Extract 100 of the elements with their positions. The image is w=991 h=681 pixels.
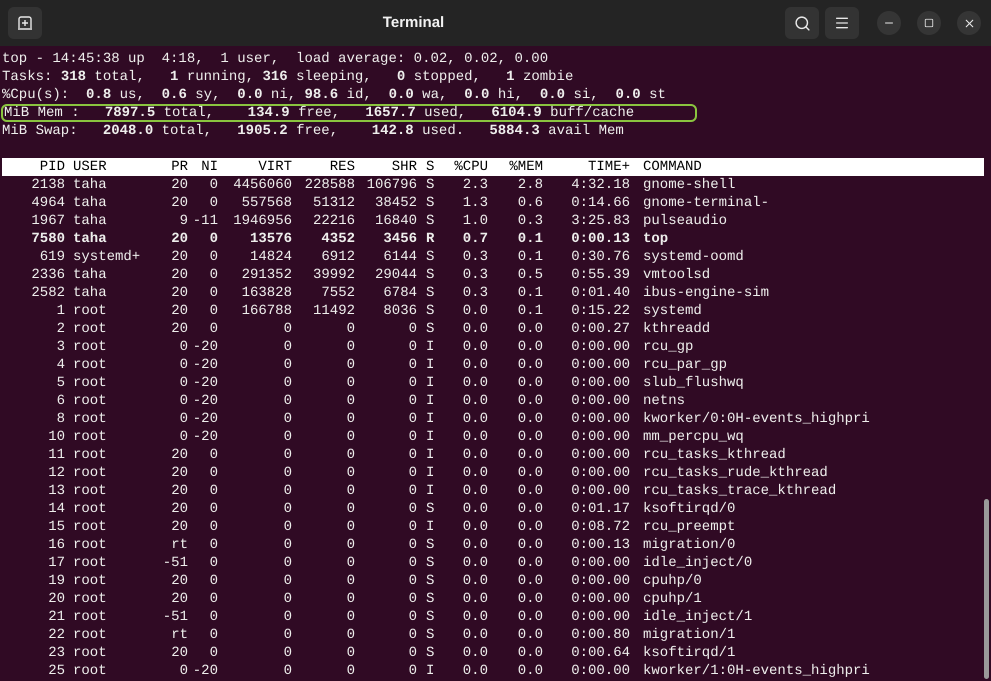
table-cell-text: 10: [47, 428, 65, 446]
table-cell-text: migration/1: [642, 626, 736, 644]
table-cell-text: 0: [408, 446, 417, 464]
table-cell-text: 0.0: [462, 374, 488, 392]
table-cell-text: 0.0: [516, 446, 543, 464]
table-cell-text: 0.0: [516, 428, 543, 446]
table-cell-text: 0:30.76: [570, 248, 630, 266]
table-cell-text: 163828: [240, 284, 292, 302]
table-cell-text: idle_inject/1: [642, 608, 752, 626]
table-cell-text: 0: [208, 302, 218, 320]
table-cell-text: 9: [178, 212, 188, 230]
table-cell-text: root: [72, 356, 108, 374]
table-cell-text: I: [425, 446, 434, 464]
table-cell-text: 0:00.13: [570, 536, 630, 554]
table-cell-text: 0.0: [516, 374, 543, 392]
table-cell-text: 14: [47, 500, 65, 518]
table-cell-text: 0: [408, 320, 417, 338]
table-cell-text: 0: [408, 644, 417, 662]
table-cell-text: -20: [192, 392, 218, 410]
table-cell-text: root: [72, 536, 108, 554]
table-cell-text: 0: [282, 572, 292, 590]
table-cell-text: rcu_tasks_kthread: [642, 446, 786, 464]
table-cell-text: 0.0: [516, 608, 543, 626]
table-cell-text: 6912: [320, 248, 355, 266]
table-cell-text: 0: [208, 554, 218, 572]
table-cell-text: 0.3: [462, 284, 488, 302]
table-cell-text: 0: [282, 662, 292, 680]
table-cell-text: 0: [178, 374, 188, 392]
table-cell-text: 20: [170, 644, 188, 662]
search-button[interactable]: [785, 7, 819, 39]
table-cell-text: 0: [408, 410, 417, 428]
table-cell-text: 15: [47, 518, 65, 536]
table-cell-text: root: [72, 392, 108, 410]
column-header: USER: [72, 158, 108, 176]
table-cell-text: 0:00.00: [570, 590, 630, 608]
table-cell-text: ksoftirqd/1: [642, 644, 736, 662]
table-cell-text: 0: [408, 392, 417, 410]
table-cell-text: I: [425, 482, 434, 500]
menu-icon: [834, 15, 850, 31]
table-cell-text: 14824: [248, 248, 292, 266]
table-cell-text: root: [72, 320, 108, 338]
table-cell-text: 0: [282, 320, 292, 338]
table-cell-text: 0: [208, 500, 218, 518]
table-cell-text: I: [425, 392, 434, 410]
table-cell-text: 557568: [240, 194, 292, 212]
table-cell-text: 0: [408, 356, 417, 374]
table-cell-text: 25: [47, 662, 65, 680]
table-cell-text: 1967: [30, 212, 65, 230]
table-cell-text: 0: [208, 482, 218, 500]
table-cell-text: 0: [282, 428, 292, 446]
table-cell-text: 0:00.00: [570, 464, 630, 482]
table-cell-text: R: [425, 230, 434, 248]
table-cell-text: 0: [282, 392, 292, 410]
table-cell-text: 0: [408, 626, 417, 644]
table-cell-text: S: [425, 626, 434, 644]
table-cell-text: root: [72, 374, 108, 392]
table-cell-text: systemd-oomd: [642, 248, 744, 266]
table-cell-text: 0: [408, 374, 417, 392]
table-cell-text: S: [425, 284, 434, 302]
table-cell-text: 0: [282, 482, 292, 500]
table-cell-text: -20: [192, 428, 218, 446]
search-icon: [794, 14, 810, 32]
table-cell-text: 6144: [382, 248, 417, 266]
table-cell-text: 21: [47, 608, 65, 626]
table-cell-text: 0: [282, 590, 292, 608]
table-cell-text: root: [72, 518, 108, 536]
table-cell-text: S: [425, 266, 434, 284]
table-cell-text: 20: [170, 248, 188, 266]
table-cell-text: gnome-terminal-: [642, 194, 770, 212]
table-cell-text: 0:55.39: [570, 266, 630, 284]
table-cell-text: 0:00.00: [570, 374, 630, 392]
table-cell-text: 0: [346, 320, 355, 338]
table-cell-text: 0: [346, 356, 355, 374]
table-cell-text: 0: [346, 572, 355, 590]
table-cell-text: S: [425, 320, 434, 338]
table-cell-text: root: [72, 590, 108, 608]
menu-button[interactable]: [825, 7, 859, 39]
table-cell-text: 0:01.40: [570, 284, 630, 302]
new-tab-button[interactable]: [8, 7, 42, 39]
table-cell-text: 19: [47, 572, 65, 590]
table-cell-text: 0.0: [516, 572, 543, 590]
close-button[interactable]: [957, 11, 981, 35]
table-cell-text: 0.0: [516, 644, 543, 662]
table-cell-text: S: [425, 590, 434, 608]
table-cell-text: 20: [170, 590, 188, 608]
table-cell-text: 0: [208, 230, 218, 248]
maximize-button[interactable]: [917, 11, 941, 35]
table-cell-text: 0:00.80: [570, 626, 630, 644]
table-cell-text: 0:00.00: [570, 446, 630, 464]
table-cell-text: 0: [346, 536, 355, 554]
table-cell-text: 0: [178, 662, 188, 680]
scrollbar-thumb[interactable]: [984, 499, 989, 679]
table-cell-text: taha: [72, 230, 108, 248]
table-cell-text: rt: [170, 626, 188, 644]
table-cell-text: root: [72, 554, 108, 572]
table-cell-text: root: [72, 608, 108, 626]
table-cell-text: 106796: [366, 176, 417, 194]
table-cell-text: 0: [346, 482, 355, 500]
table-cell-text: 0: [282, 536, 292, 554]
table-cell-text: 0.0: [516, 464, 543, 482]
